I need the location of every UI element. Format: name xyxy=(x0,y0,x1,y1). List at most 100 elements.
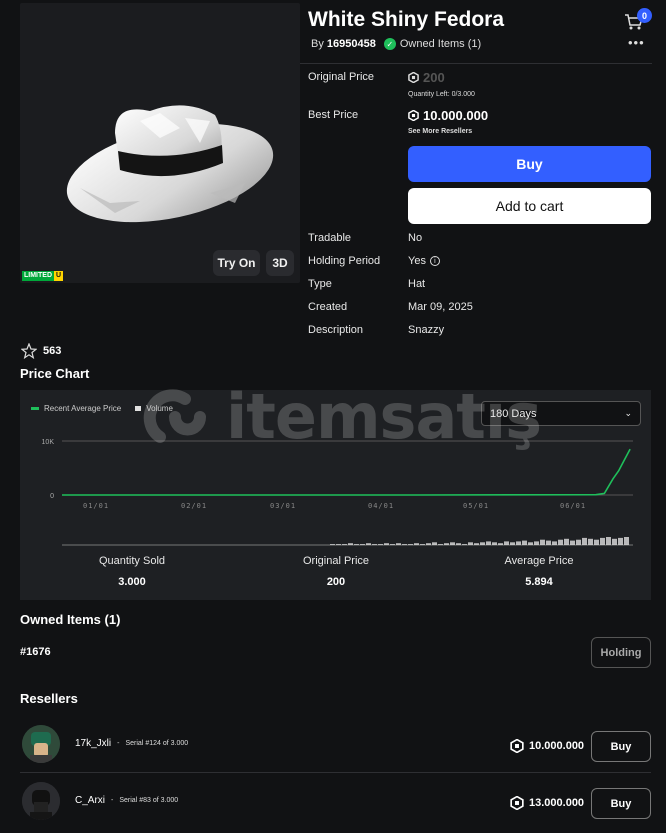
avatar-image xyxy=(22,782,60,820)
reseller-price: 10.000.000 xyxy=(510,739,584,753)
reseller-price-value: 10.000.000 xyxy=(529,740,585,752)
volume-bar xyxy=(534,541,539,545)
volume-bar xyxy=(438,544,443,545)
original-price-label: Original Price xyxy=(308,71,375,83)
buy-button[interactable]: Buy xyxy=(408,146,651,182)
resellers-title: Resellers xyxy=(20,691,78,706)
more-dots-icon[interactable]: ••• xyxy=(628,35,645,50)
avatar[interactable] xyxy=(22,725,60,763)
y-tick-label: 0 xyxy=(50,493,54,500)
range-select[interactable]: 180 Days ⌄ xyxy=(481,401,641,426)
volume-bar xyxy=(366,543,371,545)
volume-bar xyxy=(474,543,479,545)
owned-indicator: ✓ Owned Items (1) xyxy=(383,38,482,50)
reseller-name[interactable]: C_Arxi xyxy=(75,795,105,806)
robux-icon xyxy=(408,72,419,83)
detail-label: Tradable xyxy=(308,232,352,244)
volume-bar xyxy=(486,541,491,545)
legend-volume[interactable]: Volume xyxy=(135,404,173,413)
legend-avg[interactable]: Recent Average Price xyxy=(31,404,121,413)
x-tick-label: 03/01 xyxy=(270,502,296,510)
price-chart-title: Price Chart xyxy=(20,366,90,381)
volume-bar xyxy=(444,543,449,545)
add-to-cart-button[interactable]: Add to cart xyxy=(408,188,651,224)
volume-bar xyxy=(360,544,365,545)
detail-value: No xyxy=(408,232,423,244)
stat-label: Quantity Sold xyxy=(98,555,166,567)
reseller-buy-button[interactable]: Buy xyxy=(591,731,651,762)
unique-label: U xyxy=(54,271,64,281)
stat-value: 3.000 xyxy=(118,576,146,588)
volume-bar xyxy=(624,537,629,545)
volume-bar xyxy=(528,542,533,545)
volume-bar xyxy=(606,537,611,545)
avatar[interactable] xyxy=(22,782,60,820)
x-tick-label: 02/01 xyxy=(181,502,207,510)
detail-value: Mar 09, 2025 xyxy=(408,301,473,313)
reseller-row: 17k_Jxli - Serial #124 of 3.000 10.000.0… xyxy=(20,724,651,768)
reseller-buy-button[interactable]: Buy xyxy=(591,788,651,819)
volume-bar xyxy=(582,537,587,545)
creator-line: By 16950458 ✓ Owned Items (1) xyxy=(311,38,481,50)
quantity-left: Quantity Left: 0/3.000 xyxy=(408,91,475,98)
reseller-row: C_Arxi - Serial #83 of 3.000 13.000.000 … xyxy=(20,781,651,825)
best-price-label: Best Price xyxy=(308,109,359,121)
price-line-chart: 10K 0 01/01 02/01 03/01 04/01 05/01 06/01 xyxy=(42,439,633,546)
reseller-serial: Serial #124 of 3.000 xyxy=(125,740,189,747)
stat-value: 200 xyxy=(326,576,346,588)
volume-bar xyxy=(588,538,593,545)
legend-volume-label: Volume xyxy=(146,404,173,413)
volume-bar xyxy=(390,544,395,545)
stat-value: 5.894 xyxy=(525,576,553,588)
detail-label: Description xyxy=(308,324,364,336)
detail-label: Created xyxy=(308,301,348,313)
detail-label: Holding Period xyxy=(308,255,381,267)
avg-price-line xyxy=(62,448,631,496)
dash-separator: - xyxy=(117,740,120,747)
volume-bar xyxy=(372,544,377,545)
reseller-info: 17k_Jxli - Serial #124 of 3.000 xyxy=(75,738,188,749)
volume-bar xyxy=(516,541,521,545)
volume-bar xyxy=(618,537,623,545)
robux-icon xyxy=(510,796,524,810)
volume-bar xyxy=(522,540,527,545)
owned-label: Owned Items (1) xyxy=(399,38,482,50)
info-icon[interactable]: i xyxy=(429,256,440,266)
volume-bar xyxy=(396,543,401,545)
favorite-toggle[interactable]: 563 xyxy=(21,343,61,359)
volume-bar xyxy=(414,543,419,545)
x-tick-label: 06/01 xyxy=(560,502,586,510)
reseller-serial: Serial #83 of 3.000 xyxy=(119,797,179,804)
holding-button[interactable]: Holding xyxy=(591,637,651,668)
robux-icon xyxy=(408,110,419,121)
3d-view-button[interactable]: 3D xyxy=(266,250,294,276)
volume-bar xyxy=(408,544,413,545)
volume-bar xyxy=(558,539,563,545)
creator-name: 16950458 xyxy=(326,38,376,50)
volume-bar xyxy=(600,537,605,545)
volume-bar xyxy=(504,541,509,545)
volume-bar xyxy=(348,543,353,545)
volume-bar xyxy=(570,540,575,545)
try-on-button[interactable]: Try On xyxy=(213,250,260,276)
volume-bar xyxy=(546,540,551,545)
x-tick-label: 01/01 xyxy=(83,502,109,510)
reseller-price-value: 13.000.000 xyxy=(529,797,585,809)
detail-value: Hat xyxy=(408,278,426,290)
divider xyxy=(300,63,652,64)
stat-label: Average Price xyxy=(504,555,574,567)
reseller-name[interactable]: 17k_Jxli xyxy=(75,738,111,749)
stat-label: Original Price xyxy=(302,555,370,567)
star-icon xyxy=(21,343,37,359)
see-more-resellers-link[interactable]: See More Resellers xyxy=(408,128,472,135)
volume-bar xyxy=(426,543,431,545)
detail-value-holding: Yes i xyxy=(408,255,440,267)
range-select-value: 180 Days xyxy=(490,407,537,420)
volume-bar xyxy=(330,544,335,545)
best-price: 10.000.000 xyxy=(408,108,488,123)
owned-serial: #1676 xyxy=(20,646,51,658)
avatar-image xyxy=(22,725,60,763)
creator-info[interactable]: By 16950458 xyxy=(311,38,376,50)
check-icon: ✓ xyxy=(383,38,396,50)
fedora-hat-image xyxy=(66,105,274,223)
